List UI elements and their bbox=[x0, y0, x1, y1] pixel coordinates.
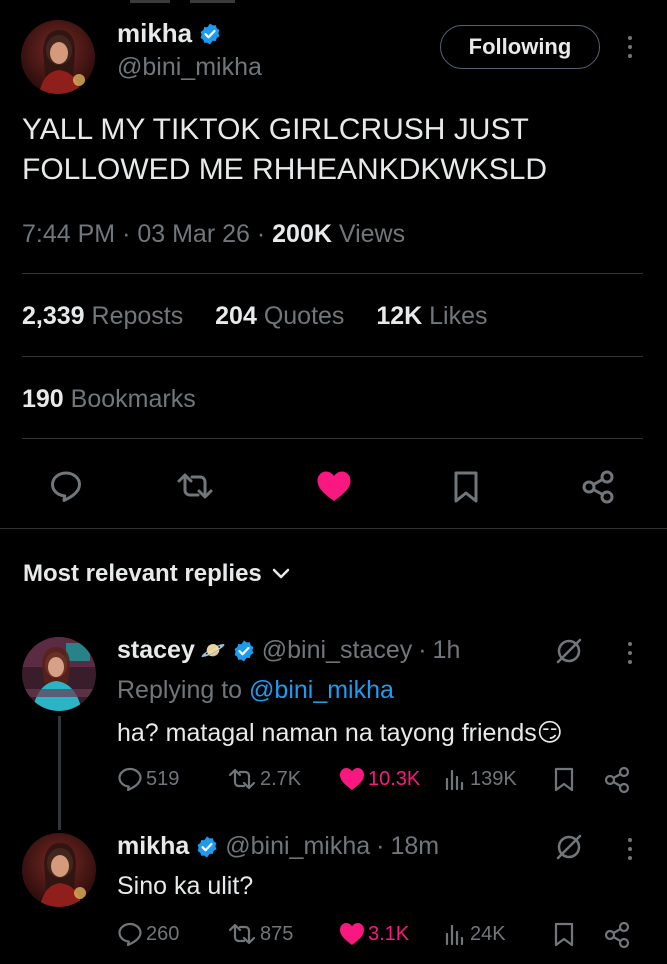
repost-icon[interactable] bbox=[175, 470, 215, 502]
like-icon bbox=[339, 767, 365, 791]
share-icon[interactable] bbox=[603, 767, 631, 793]
replying-to-mention[interactable]: @bini_mikha bbox=[249, 676, 394, 704]
thread-line bbox=[58, 716, 61, 830]
repost-icon bbox=[227, 922, 257, 946]
separator-dot: · bbox=[418, 636, 427, 664]
replies-sort-dropdown[interactable]: Most relevant replies bbox=[23, 560, 290, 588]
tweet-time[interactable]: 7:44 PM bbox=[22, 220, 115, 248]
planet-emoji: 🪐 bbox=[200, 640, 226, 662]
author-avatar[interactable] bbox=[21, 20, 95, 94]
reposts-count: 2,339 bbox=[22, 302, 85, 330]
chevron-down-icon bbox=[272, 568, 290, 580]
reply-time[interactable]: 1h bbox=[433, 636, 461, 665]
reply-avatar[interactable] bbox=[22, 637, 96, 711]
previous-content-peek bbox=[130, 0, 235, 3]
divider bbox=[22, 273, 643, 274]
reply-icon bbox=[117, 922, 143, 946]
views-icon bbox=[443, 767, 467, 791]
author-name[interactable]: mikha bbox=[117, 18, 192, 49]
verified-badge-icon bbox=[195, 835, 219, 859]
reply-count-button[interactable]: 519 bbox=[117, 767, 179, 791]
repost-count: 875 bbox=[260, 922, 294, 945]
tweet-date[interactable]: 03 Mar 26 bbox=[137, 220, 250, 248]
repost-count-button[interactable]: 2.7K bbox=[227, 767, 301, 791]
reply-author-handle[interactable]: @bini_stacey bbox=[262, 636, 412, 665]
more-options-icon[interactable] bbox=[625, 642, 635, 664]
bookmark-icon[interactable] bbox=[553, 767, 575, 793]
views-count-button[interactable]: 139K bbox=[443, 767, 517, 791]
reply-icon bbox=[117, 767, 143, 791]
like-count-button[interactable]: 3.1K bbox=[339, 922, 409, 946]
reposts-stat[interactable]: 2,339 Reposts bbox=[22, 302, 183, 330]
bookmarks-count: 190 bbox=[22, 385, 64, 413]
divider bbox=[22, 356, 643, 357]
quotes-stat[interactable]: 204 Quotes bbox=[215, 302, 344, 330]
reply-header: mikha @bini_mikha · 18m bbox=[117, 832, 439, 861]
author-handle[interactable]: @bini_mikha bbox=[117, 53, 262, 82]
replies-sort-label: Most relevant replies bbox=[23, 560, 262, 587]
bookmark-icon[interactable] bbox=[452, 470, 480, 504]
reply-actions: 260 875 3.1K 24K bbox=[117, 922, 635, 952]
separator-dot: · bbox=[376, 832, 385, 860]
more-options-icon[interactable] bbox=[625, 838, 635, 860]
views-count: 200K bbox=[272, 220, 332, 248]
bookmarks-label: Bookmarks bbox=[70, 385, 196, 413]
divider bbox=[22, 438, 643, 439]
reply-time[interactable]: 18m bbox=[390, 832, 439, 861]
repost-count-button[interactable]: 875 bbox=[227, 922, 293, 946]
likes-stat[interactable]: 12K Likes bbox=[376, 302, 487, 330]
verified-badge-icon bbox=[198, 22, 222, 46]
repost-count: 2.7K bbox=[260, 767, 302, 790]
views-count: 24K bbox=[470, 922, 506, 945]
reply-avatar[interactable] bbox=[22, 833, 96, 907]
replying-to-label: Replying to bbox=[117, 676, 243, 704]
grok-icon[interactable] bbox=[554, 636, 584, 666]
repost-icon bbox=[227, 767, 257, 791]
likes-label: Likes bbox=[429, 302, 488, 330]
views-count: 139K bbox=[470, 767, 517, 790]
grok-icon[interactable] bbox=[554, 832, 584, 862]
share-icon[interactable] bbox=[580, 470, 616, 504]
reply-actions: 519 2.7K 10.3K 139K bbox=[117, 767, 635, 797]
tweet-meta: 7:44 PM · 03 Mar 26 · 200K Views bbox=[22, 220, 406, 248]
reply-header: stacey 🪐 @bini_stacey · 1h bbox=[117, 636, 460, 665]
reply-author-name[interactable]: stacey bbox=[117, 636, 195, 665]
like-icon bbox=[339, 922, 365, 946]
views-label: Views bbox=[338, 220, 406, 248]
quotes-count: 204 bbox=[215, 302, 257, 330]
following-button[interactable]: Following bbox=[440, 25, 600, 69]
reply-count: 519 bbox=[146, 767, 180, 790]
like-icon[interactable] bbox=[316, 470, 352, 502]
quotes-label: Quotes bbox=[263, 302, 345, 330]
reply-text: ha? matagal naman na tayong friends😏 bbox=[117, 719, 563, 747]
reply-text: Sino ka ulit? bbox=[117, 872, 254, 900]
reposts-label: Reposts bbox=[91, 302, 184, 330]
views-count-button[interactable]: 24K bbox=[443, 922, 506, 946]
section-separator bbox=[0, 528, 667, 529]
more-options-icon[interactable] bbox=[625, 36, 635, 58]
reply-author-name[interactable]: mikha bbox=[117, 832, 189, 861]
like-count: 3.1K bbox=[368, 922, 410, 945]
views-icon bbox=[443, 922, 467, 946]
bookmarks-stat[interactable]: 190 Bookmarks bbox=[22, 385, 196, 414]
reply-author-handle[interactable]: @bini_mikha bbox=[225, 832, 370, 861]
likes-count: 12K bbox=[376, 302, 423, 330]
verified-badge-icon bbox=[232, 639, 256, 663]
tweet-text: YALL MY TIKTOK GIRLCRUSH JUST FOLLOWED M… bbox=[22, 113, 548, 186]
share-icon[interactable] bbox=[603, 922, 631, 948]
like-count-button[interactable]: 10.3K bbox=[339, 767, 420, 791]
like-count: 10.3K bbox=[368, 767, 421, 790]
bookmark-icon[interactable] bbox=[553, 922, 575, 948]
reply-count: 260 bbox=[146, 922, 180, 945]
reply-icon[interactable] bbox=[49, 470, 83, 502]
reply-count-button[interactable]: 260 bbox=[117, 922, 179, 946]
engagement-stats: 2,339 Reposts 204 Quotes 12K Likes bbox=[22, 302, 488, 331]
replying-to: Replying to @bini_mikha bbox=[117, 676, 394, 705]
